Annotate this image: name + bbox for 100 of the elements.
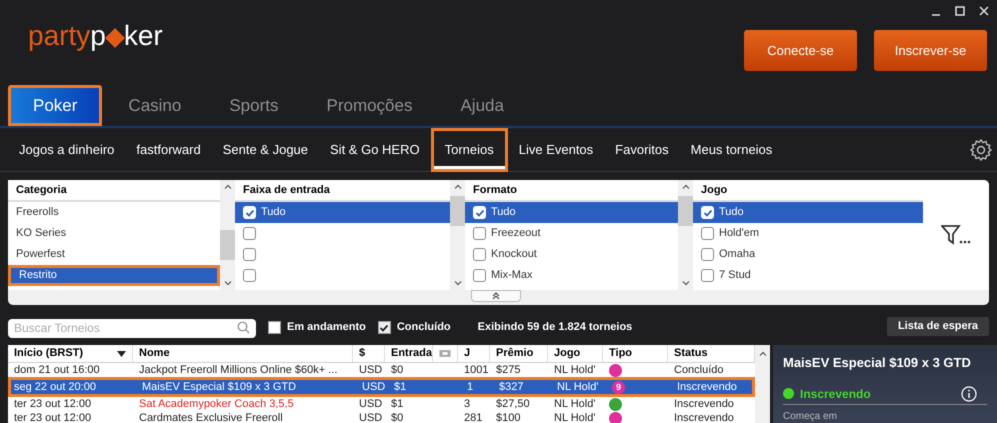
login-button[interactable]: Conecte-se (744, 30, 857, 71)
main-tab[interactable]: Casino (106, 85, 204, 126)
column-header[interactable]: Nome (139, 345, 170, 362)
collapse-handle[interactable] (471, 290, 521, 302)
nav-tab[interactable]: Sente & Jogue (212, 128, 320, 172)
column-header[interactable]: J (464, 345, 470, 362)
checkbox[interactable] (701, 269, 714, 282)
sort-icon[interactable] (117, 350, 126, 356)
waitlist-button[interactable]: Lista de espera (887, 317, 989, 336)
column-header[interactable]: Prêmio (496, 345, 534, 362)
column-header[interactable]: $ (359, 345, 366, 362)
table-cell: 1 (467, 381, 474, 393)
checkbox[interactable] (473, 269, 486, 282)
starts-label: Começa em (783, 410, 838, 423)
register-button[interactable]: Inscrever-se (874, 30, 987, 71)
main-tab[interactable]: Ajuda (438, 85, 526, 126)
nav-tab[interactable]: fastforward (125, 128, 212, 172)
scroll-up-icon[interactable] (454, 184, 462, 189)
column-header: Categoria (8, 180, 220, 202)
filter-option: Freezeout (491, 225, 541, 242)
category-item[interactable]: Powerfest (8, 244, 220, 265)
maximize-icon[interactable] (955, 6, 965, 16)
checkbox[interactable] (243, 269, 256, 282)
table-row[interactable]: seg 22 out 20:00 MaisEV Especial $109 x 3 GTD USD $1 1 $327 NL Hold' 9 Inscrevendo (8, 377, 755, 397)
scroll-up-icon[interactable] (224, 184, 232, 189)
checkbox-label: Concluído (396, 320, 451, 336)
table-cell: Inscrevendo (677, 381, 737, 393)
scroll-up-icon[interactable] (682, 184, 690, 189)
search-field[interactable]: Buscar Torneios (8, 318, 256, 338)
column-header[interactable]: Entrada (391, 345, 432, 362)
scrollbar[interactable] (755, 345, 770, 423)
status-label: Inscrevendo (800, 386, 871, 402)
scrollbar[interactable] (450, 180, 465, 290)
table-cell: $1 (394, 381, 406, 393)
filter-option: Knockout (491, 246, 537, 263)
scroll-up-icon[interactable] (758, 351, 766, 356)
scrollbar[interactable] (678, 180, 693, 290)
table-cell: $327 (499, 381, 524, 393)
checkbox[interactable] (473, 227, 486, 240)
checkbox[interactable] (701, 248, 714, 261)
filter-option: 7 Stud (719, 267, 751, 284)
table-row[interactable]: dom 21 out 16:00 Jackpot Freeroll Millions Online $60k+ ... USD $0 1001 $275 NL Hold' Concluído (8, 363, 755, 377)
column-header[interactable]: Jogo (554, 345, 580, 362)
table-row[interactable]: ter 23 out 12:00 Sat Academypoker Coach 3,5,5 USD $1 3 $27,50 NL Hold' Inscrevendo (8, 397, 755, 411)
checkbox[interactable] (243, 248, 256, 261)
column-header[interactable]: Status (674, 345, 708, 362)
table-cell: $27,50 (496, 398, 530, 410)
category-item[interactable]: Freerolls (8, 202, 220, 223)
close-icon[interactable] (979, 6, 989, 16)
category-item[interactable]: Restrito (8, 265, 220, 286)
column-header[interactable]: Início (BRST) (14, 345, 84, 362)
checkbox[interactable] (378, 321, 391, 334)
table-cell: 281 (464, 412, 482, 423)
filter-option: Mix-Max (491, 267, 533, 284)
filter-option: Omaha (719, 246, 756, 263)
table-cell: NL Hold' (554, 398, 596, 410)
scroll-down-icon[interactable] (682, 281, 690, 286)
table-cell: $0 (391, 364, 404, 376)
nav-tab[interactable]: Sit & Go HERO (319, 128, 431, 172)
table-cell: Inscrevendo (674, 412, 734, 423)
category-item[interactable]: KO Series (8, 223, 220, 244)
table-row[interactable]: ter 23 out 12:00 Cardmates Exclusive Freeroll USD $0 281 $100 NL Hold' Inscrevendo (8, 411, 755, 423)
scrollbar[interactable] (220, 180, 235, 290)
table-cell: USD (359, 364, 382, 376)
main-tab[interactable]: Promoções (304, 85, 434, 126)
checkbox[interactable] (243, 227, 256, 240)
nav-tab[interactable]: Torneios (430, 128, 508, 172)
scroll-down-icon[interactable] (224, 281, 232, 286)
filter-icon[interactable] (941, 224, 971, 246)
partypoker-logo: partyp ker (28, 19, 163, 53)
nav-tab[interactable]: Live Eventos (508, 128, 604, 172)
checkbox[interactable] (701, 227, 714, 240)
checkbox-label: Em andamento (287, 320, 366, 336)
table-cell: NL Hold' (557, 381, 598, 393)
table-cell: $100 (496, 412, 520, 423)
nav-tab[interactable]: Favoritos (604, 128, 680, 172)
table-cell: NL Hold' (554, 364, 596, 376)
nav-tab[interactable]: Jogos a dinheiro (8, 128, 126, 172)
ticket-icon (439, 349, 451, 358)
table-cell: Concluído (674, 364, 724, 376)
table-cell: Jackpot Freeroll Millions Online $60k+ ... (139, 364, 338, 376)
table-cell: USD (359, 412, 382, 423)
filter-option: Hold'em (719, 225, 760, 242)
table-cell: dom 21 out 16:00 (14, 364, 100, 376)
settings-icon[interactable] (969, 138, 993, 162)
main-tab[interactable]: Poker (8, 85, 102, 126)
main-tab[interactable]: Sports (207, 85, 300, 126)
table-cell: 1001 (464, 364, 488, 376)
checkbox[interactable] (268, 321, 281, 334)
table-cell: 3 (464, 398, 470, 410)
checkbox[interactable] (473, 248, 486, 261)
table-cell: seg 22 out 20:00 (14, 381, 96, 393)
column-header[interactable]: Tipo (609, 345, 632, 362)
table-cell: Sat Academypoker Coach 3,5,5 (139, 398, 294, 410)
table-cell: USD (359, 398, 382, 410)
nav-tab[interactable]: Meus torneios (680, 128, 784, 172)
table-cell: MaisEV Especial $109 x 3 GTD (142, 381, 296, 393)
scroll-down-icon[interactable] (454, 281, 462, 286)
table-cell: ter 23 out 12:00 (14, 412, 92, 423)
info-icon[interactable] (961, 386, 977, 402)
